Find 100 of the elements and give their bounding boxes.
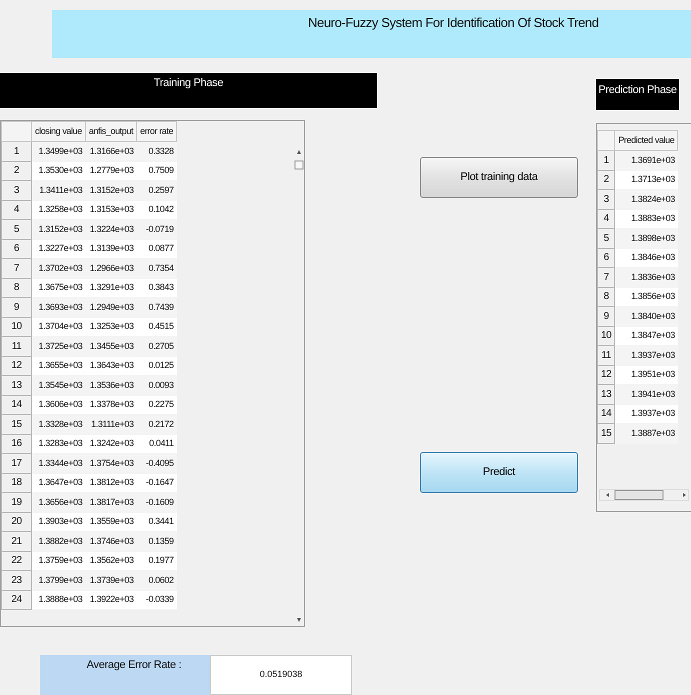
table-cell: 0.4515: [136, 317, 177, 336]
table-cell: 1.3606e+03: [32, 395, 86, 414]
table-cell: 1.3836e+03: [614, 268, 678, 287]
row-number: 10: [2, 317, 32, 336]
table-cell: 1.3655e+03: [32, 356, 86, 376]
section-header: Prediction Phase: [596, 79, 679, 110]
table-cell: 0.1977: [136, 551, 177, 570]
table-cell: 1.3725e+03: [32, 336, 86, 356]
table-cell: 1.3922e+03: [85, 590, 137, 610]
table-cell: 0.0877: [136, 239, 177, 258]
table-cell: 1.3754e+03: [85, 454, 137, 473]
table-cell: 1.3291e+03: [85, 278, 137, 298]
plot-button[interactable]: Plot training data: [420, 157, 578, 198]
table-cell: -0.0339: [136, 590, 177, 610]
table-cell: 1.3152e+03: [32, 220, 86, 239]
row-number: 15: [598, 424, 615, 443]
row-number: 21: [2, 532, 32, 551]
table-cell: 0.0602: [136, 570, 177, 590]
table-cell: 1.3499e+03: [32, 142, 86, 161]
row-number: 17: [2, 454, 32, 473]
table-cell: 1.3344e+03: [32, 454, 86, 473]
scrollbar[interactable]: [599, 489, 689, 501]
row-number: 11: [2, 336, 32, 356]
table-cell: 1.3846e+03: [614, 248, 678, 268]
table-cell: 1.3153e+03: [85, 200, 137, 220]
table-cell: 1.3242e+03: [85, 434, 137, 454]
row-number: 6: [2, 239, 32, 258]
table-cell: 0.2275: [136, 395, 177, 414]
table-cell: 1.3227e+03: [32, 239, 86, 258]
table-cell: 1.3898e+03: [614, 228, 678, 248]
column-header: closing value: [32, 122, 86, 142]
row-number: 2: [598, 170, 615, 190]
column-header: error rate: [136, 122, 177, 142]
table-cell: 1.3139e+03: [85, 239, 137, 258]
value-field: 0.0519038: [210, 655, 352, 695]
table-cell: 1.3536e+03: [85, 376, 137, 395]
row-number: 7: [598, 268, 615, 287]
table-cell: -0.1647: [136, 473, 177, 492]
table-cell: 1.3847e+03: [614, 326, 678, 346]
row-number: 2: [2, 161, 32, 180]
app-title: Neuro-Fuzzy System For Identification Of Stock Trend: [52, 10, 691, 58]
row-number: 1: [2, 142, 32, 161]
table-cell: 1.3812e+03: [85, 473, 137, 492]
table-cell: 1.3887e+03: [614, 424, 678, 443]
table-cell: 1.3888e+03: [32, 590, 86, 610]
table-cell: 1.3559e+03: [85, 512, 137, 532]
table-cell: 0.1042: [136, 200, 177, 220]
table-cell: 1.3702e+03: [32, 258, 86, 278]
table-cell: 0.7354: [136, 258, 177, 278]
table-cell: 1.3111e+03: [85, 414, 137, 434]
table-cell: 1.3882e+03: [32, 532, 86, 551]
table-cell: 1.3937e+03: [614, 404, 678, 424]
table-cell: 1.3455e+03: [85, 336, 137, 356]
table-cell: 1.3883e+03: [614, 209, 678, 228]
row-number: 24: [2, 590, 32, 610]
row-number: 12: [2, 356, 32, 376]
table-cell: 0.0093: [136, 376, 177, 395]
table-cell: 1.3530e+03: [32, 161, 86, 180]
field-label: Average Error Rate :: [40, 655, 210, 695]
table-cell: 0.0411: [136, 434, 177, 454]
section-header: Training Phase: [0, 73, 377, 108]
row-number: 19: [2, 492, 32, 512]
table-cell: -0.1609: [136, 492, 177, 512]
table-cell: 0.7509: [136, 161, 177, 180]
table-cell: 1.2779e+03: [85, 161, 137, 180]
table-cell: 1.3856e+03: [614, 287, 678, 306]
table-cell: 0.2705: [136, 336, 177, 356]
row-number: 3: [2, 180, 32, 200]
table-cell: 0.2597: [136, 180, 177, 200]
table-cell: 1.3824e+03: [614, 190, 678, 209]
table-cell: 0.3441: [136, 512, 177, 532]
row-number: 9: [598, 306, 615, 326]
table-cell: 1.3759e+03: [32, 551, 86, 570]
table-cell: 1.3704e+03: [32, 317, 86, 336]
column-header: anfis_output: [85, 122, 137, 142]
table-cell: 1.3675e+03: [32, 278, 86, 298]
table-cell: 1.3937e+03: [614, 346, 678, 365]
column-header: Predicted value: [614, 130, 678, 150]
row-number: 5: [598, 228, 615, 248]
table-cell: 1.3224e+03: [85, 220, 137, 239]
table-cell: 0.7439: [136, 298, 177, 317]
table-cell: 1.3713e+03: [614, 170, 678, 190]
row-number: 9: [2, 298, 32, 317]
table-cell: 1.3545e+03: [32, 376, 86, 395]
table-cell: 1.3799e+03: [32, 570, 86, 590]
row-number: 7: [2, 258, 32, 278]
row-number: 5: [2, 220, 32, 239]
table-cell: 0.0125: [136, 356, 177, 376]
table-cell: 0.3843: [136, 278, 177, 298]
row-number: 14: [2, 395, 32, 414]
row-number: 10: [598, 326, 615, 346]
row-number: 15: [2, 414, 32, 434]
table-cell: 0.3328: [136, 142, 177, 161]
row-number: 20: [2, 512, 32, 532]
table-cell: 1.3643e+03: [85, 356, 137, 376]
table-cell: 1.3378e+03: [85, 395, 137, 414]
predict-button[interactable]: Predict: [420, 452, 578, 493]
row-number: 4: [2, 200, 32, 220]
table-cell: -0.4095: [136, 454, 177, 473]
row-number: 8: [2, 278, 32, 298]
